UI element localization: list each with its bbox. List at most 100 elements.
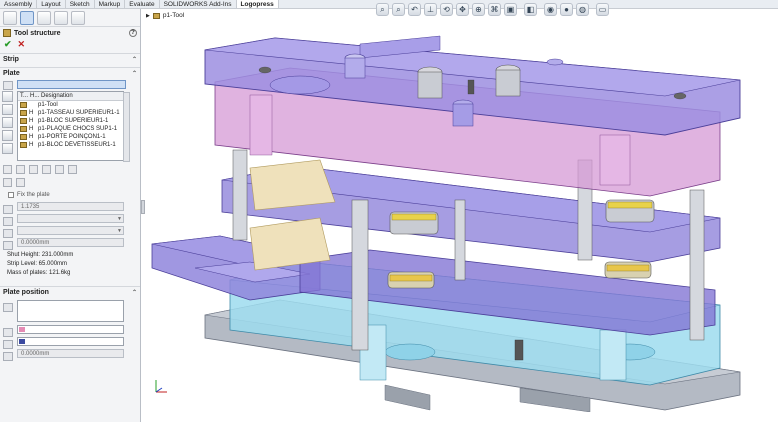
plate-color-icon[interactable] (16, 164, 25, 174)
plate-position-group-header[interactable]: Plate position ⌃ (0, 286, 140, 297)
edit-plate-icon[interactable] (3, 164, 12, 174)
move-up-icon[interactable] (2, 117, 13, 128)
offset-icon (3, 241, 13, 250)
plate-insert-icon[interactable] (16, 177, 25, 187)
plate-list-side-buttons (2, 91, 14, 156)
position-reference-box[interactable] (17, 300, 124, 322)
checkbox-box[interactable] (8, 191, 14, 198)
view-settings-icon[interactable]: ▭ (596, 2, 609, 16)
plate-selection-box[interactable] (17, 80, 126, 89)
plate-properties-icon[interactable] (2, 143, 13, 154)
apply-scene-icon[interactable]: ◍ (576, 2, 589, 16)
plate-row[interactable]: Hp1-BLOC SUPÉRIEUR1-1 (18, 117, 123, 125)
rotate-icon[interactable]: ⟲ (440, 2, 453, 16)
edit-appearance-icon[interactable]: ● (560, 2, 573, 16)
tab-assembly[interactable]: Assembly (0, 0, 38, 8)
plate-row-designation: p1-PLAQUE CHOCS SUP1-1 (38, 126, 118, 132)
plate-copy-icon[interactable] (42, 164, 51, 174)
position-select-icon[interactable] (3, 303, 13, 312)
section-view-icon[interactable]: ⊥ (424, 2, 437, 16)
pan-icon[interactable]: ✥ (456, 2, 469, 16)
chevron-down-icon[interactable]: ▼ (117, 215, 122, 223)
tab-evaluate[interactable]: Evaluate (125, 0, 160, 8)
zoom-to-area-icon[interactable]: ⌕ (392, 2, 405, 16)
dynamic-annotation-icon[interactable]: ⌘ (488, 2, 501, 16)
display-style-icon[interactable]: ◧ (524, 2, 537, 16)
remove-plate-icon[interactable] (2, 104, 13, 115)
color-swatch-2 (19, 339, 25, 344)
part-icon (20, 126, 27, 132)
tab-sketch[interactable]: Sketch (66, 0, 95, 8)
col-type[interactable]: T... (18, 92, 28, 100)
col-designation[interactable]: Designation (39, 92, 73, 100)
plate-group-header[interactable]: Plate ⌃ (0, 67, 140, 78)
chevron-down-icon[interactable]: ▼ (117, 227, 122, 235)
coordinate-triad-icon (155, 380, 167, 393)
plate-row[interactable]: Hp1-TASSEAU SUPÉRIEUR1-1 (18, 109, 123, 117)
plate-row[interactable]: Hp1-BLOC DÉVÊTISSEUR1-1 (18, 141, 123, 149)
plate-row-h (29, 101, 38, 109)
distance-field[interactable]: 0.0000mm (17, 349, 124, 358)
plate-settings-icon[interactable] (3, 177, 12, 187)
chevron-up-icon[interactable]: ⌃ (132, 56, 137, 63)
plate-row[interactable]: p1-Tool (18, 101, 123, 109)
hide-show-items-icon[interactable]: ◉ (544, 2, 557, 16)
configuration-manager-tab-icon[interactable] (37, 10, 51, 25)
plate-delete-icon[interactable] (68, 164, 77, 174)
tab-layout[interactable]: Layout (37, 0, 66, 8)
previous-view-icon[interactable]: ↶ (408, 2, 421, 16)
pm-title-bar: Tool structure ? (0, 27, 140, 39)
plate-row-h: H (29, 134, 34, 140)
add-plate-icon[interactable] (2, 91, 13, 102)
color-dropdown[interactable]: ▼ (17, 226, 124, 235)
property-manager-panel: Tool structure ? ✔ ✕ Strip ⌃ Plate ⌃ T..… (0, 9, 141, 422)
expand-arrow-icon[interactable]: ▶ (146, 13, 150, 19)
col-h[interactable]: H... (28, 92, 39, 100)
plate-material-icon[interactable] (29, 164, 38, 174)
display-manager-tab-icon[interactable] (71, 10, 85, 25)
color-swatch-1 (19, 327, 25, 332)
plate-row-h: H (29, 110, 34, 116)
part-icon (20, 142, 27, 148)
tab-logopress[interactable]: Logopress (236, 0, 279, 8)
plate-row[interactable]: Hp1-PORTE POINÇON1-1 (18, 133, 123, 141)
tab-solidworks-add-ins[interactable]: SOLIDWORKS Add-Ins (160, 0, 237, 8)
material-icon (3, 217, 13, 226)
plate-row-designation: p1-PORTE POINÇON1-1 (38, 134, 106, 140)
plate-list-scrollbar[interactable] (123, 92, 130, 162)
plate-row[interactable]: Hp1-PLAQUE CHOCS SUP1-1 (18, 125, 123, 133)
tab-markup[interactable]: Markup (95, 0, 126, 8)
assembly-icon (152, 12, 160, 19)
ok-button[interactable]: ✔ (4, 39, 12, 50)
plate-link-icon[interactable] (55, 164, 64, 174)
help-icon[interactable]: ? (129, 29, 137, 37)
plate-select-icon[interactable] (3, 81, 13, 90)
plate-group-label: Plate (3, 69, 20, 77)
thickness-field[interactable]: 1.1735 (17, 202, 124, 211)
zoom-icon[interactable]: ⊕ (472, 2, 485, 16)
color-swatch-field-1[interactable] (17, 325, 124, 334)
move-down-icon[interactable] (2, 130, 13, 141)
property-manager-tab-icon[interactable] (20, 10, 34, 25)
chevron-up-icon[interactable]: ⌃ (132, 289, 137, 296)
tree-root-label[interactable]: p1-Tool (163, 12, 184, 19)
view-orientation-icon[interactable]: ▣ (504, 2, 517, 16)
material-dropdown[interactable]: ▼ (17, 214, 124, 223)
color-swatch-field-2[interactable] (17, 337, 124, 346)
strip-group-header[interactable]: Strip ⌃ (0, 53, 140, 64)
plate-list-header: T... H... Designation (18, 92, 123, 101)
zoom-to-fit-icon[interactable]: ⌕ (376, 2, 389, 16)
chevron-up-icon[interactable]: ⌃ (132, 70, 137, 77)
plate-list: T... H... Designation p1-Tool Hp1-TASSEAU… (17, 91, 130, 162)
plate-row-designation: p1-TASSEAU SUPÉRIEUR1-1 (38, 110, 120, 116)
model-viewport[interactable] (145, 22, 745, 412)
feature-manager-tab-icon[interactable] (3, 10, 17, 25)
cancel-button[interactable]: ✕ (18, 39, 26, 50)
plate-row-h: H (29, 142, 34, 148)
swatch-icon-2 (3, 340, 13, 349)
fix-plate-checkbox[interactable]: Fix the plate (0, 190, 140, 199)
offset-spin-field[interactable]: 0.0000mm (17, 238, 124, 247)
part-icon (20, 110, 27, 116)
dimxpert-manager-tab-icon[interactable] (54, 10, 68, 25)
plate-action-icons (0, 164, 140, 174)
